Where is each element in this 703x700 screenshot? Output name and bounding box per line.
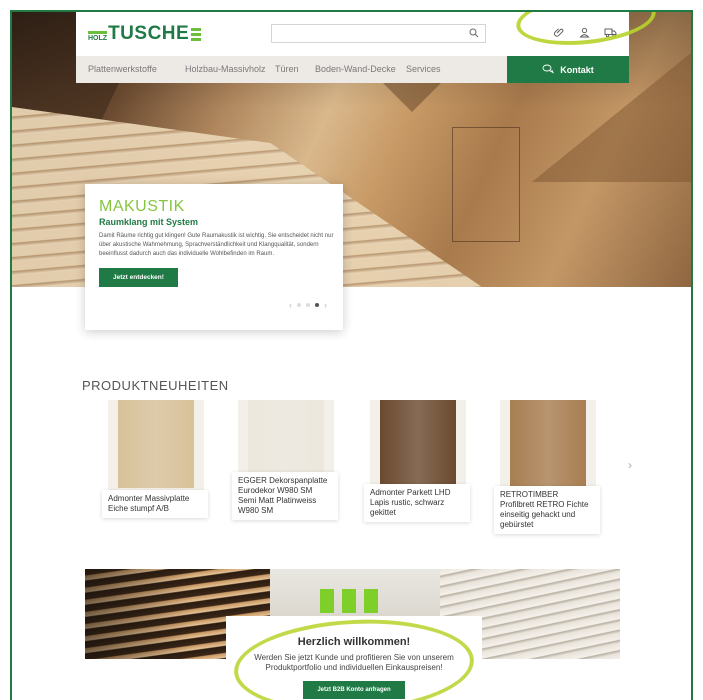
nav-item-tueren[interactable]: Türen <box>275 64 299 74</box>
logo[interactable]: HOLZ TUSCHE <box>88 23 202 44</box>
logo-mark-icon <box>191 26 202 43</box>
logo-main-text: TUSCHE <box>108 23 190 44</box>
product-name: RETROTIMBER Profilbrett RETRO Fichte ein… <box>494 486 600 534</box>
hero-card: MAKUSTIK Raumklang mit System Damit Räum… <box>85 184 343 330</box>
search-icon[interactable] <box>469 28 479 41</box>
hero-door <box>452 127 520 242</box>
product-card[interactable]: EGGER Dekorspanplatte Eurodekor W980 SM … <box>228 400 338 530</box>
nav-item-holzbau[interactable]: Holzbau-Massivholz <box>185 64 266 74</box>
product-card[interactable]: RETROTIMBER Profilbrett RETRO Fichte ein… <box>490 400 600 534</box>
main-nav: Plattenwerkstoffe Holzbau-Massivholz Tür… <box>76 56 629 83</box>
chat-icon <box>542 64 555 76</box>
page-frame: HOLZ TUSCHE Plattenwerkstoffe Holzbau-Ma… <box>10 10 693 700</box>
kontakt-button[interactable]: Kontakt <box>507 56 629 83</box>
slider-prev-icon[interactable]: ‹ <box>289 300 292 310</box>
product-swatch <box>510 400 586 488</box>
nav-item-plattenwerkstoffe[interactable]: Plattenwerkstoffe <box>88 64 157 74</box>
logo-small-text: HOLZ <box>88 31 108 43</box>
product-name: Admonter Massivplatte Eiche stumpf A/B <box>102 490 208 518</box>
hero-card-text: Damit Räume richtig gut klingen! Gute Ra… <box>99 233 334 257</box>
product-card[interactable]: Admonter Parkett LHD Lapis rustic, schwa… <box>360 400 470 530</box>
product-name: Admonter Parkett LHD Lapis rustic, schwa… <box>364 484 470 522</box>
nav-item-boden-wand-decke[interactable]: Boden-Wand-Decke <box>315 64 396 74</box>
product-card[interactable]: Admonter Massivplatte Eiche stumpf A/B <box>98 400 208 530</box>
chair-shape <box>364 589 378 613</box>
slider-dot[interactable] <box>306 303 310 307</box>
products-heading: PRODUKTNEUHEITEN <box>82 378 229 393</box>
hero-card-title: MAKUSTIK <box>99 198 185 215</box>
entdecken-button[interactable]: Jetzt entdecken! <box>99 268 178 287</box>
products-next-icon[interactable]: › <box>628 458 632 472</box>
nav-item-services[interactable]: Services <box>406 64 441 74</box>
slider-dot-active[interactable] <box>315 303 319 307</box>
kontakt-label: Kontakt <box>560 64 594 75</box>
chair-shape <box>320 589 334 613</box>
hero-card-subtitle: Raumklang mit System <box>99 217 199 227</box>
product-swatch <box>118 400 194 488</box>
slider-dot[interactable] <box>297 303 301 307</box>
search-input[interactable] <box>271 24 486 43</box>
slider-pager: ‹ › <box>289 300 327 310</box>
slider-next-icon[interactable]: › <box>324 300 327 310</box>
products-carousel: Admonter Massivplatte Eiche stumpf A/B E… <box>98 400 632 534</box>
product-name: EGGER Dekorspanplatte Eurodekor W980 SM … <box>232 472 338 520</box>
chair-shape <box>342 589 356 613</box>
product-swatch <box>380 400 456 488</box>
